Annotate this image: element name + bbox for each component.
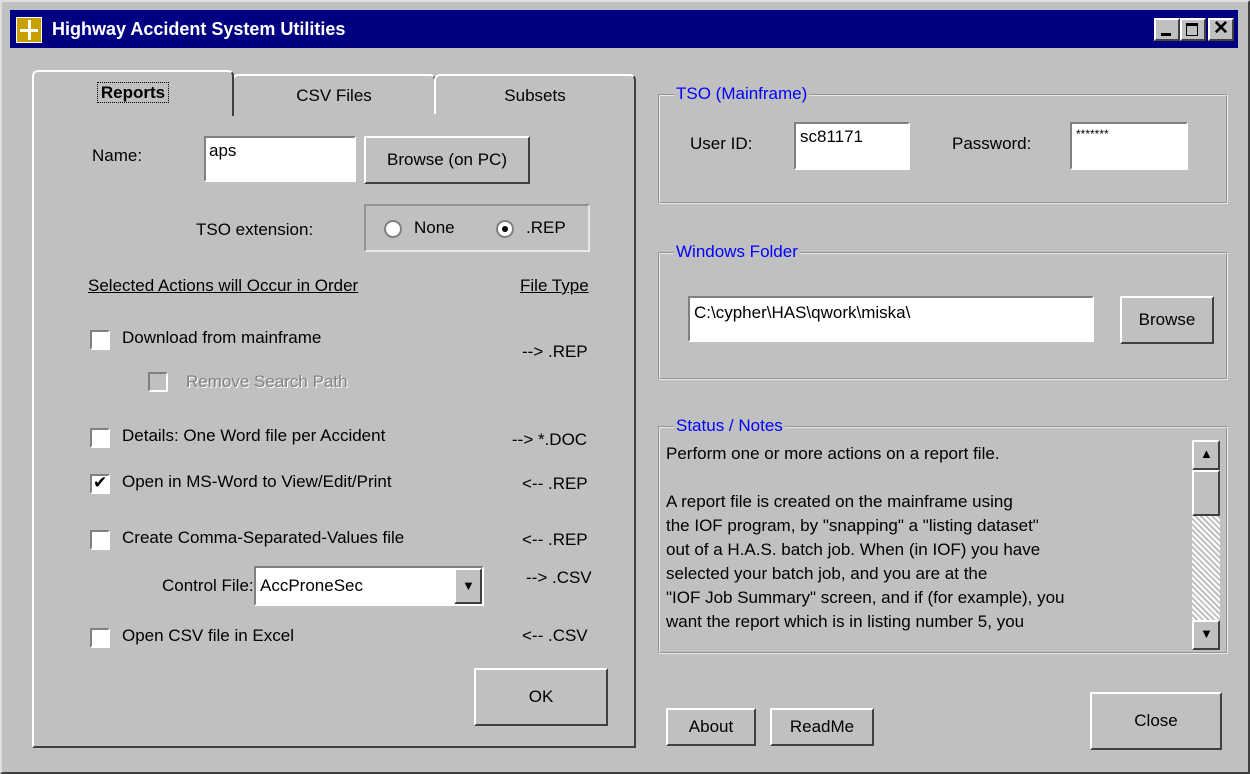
radio-none-label: None [414,218,455,237]
chevron-down-icon: ▼ [462,578,475,593]
download-checkbox[interactable] [90,330,110,350]
download-label: Download from mainframe [122,328,322,347]
status-notes-title: Status / Notes [674,416,785,436]
scroll-up-button[interactable]: ▲ [1192,440,1220,470]
scroll-down-button[interactable]: ▼ [1192,620,1220,650]
details-label: Details: One Word file per Accident [122,426,386,445]
name-label: Name: [92,146,143,165]
about-button[interactable]: About [666,708,756,746]
tab-csv-label: CSV Files [296,86,372,105]
control-file-label: Control File: [162,576,254,595]
windows-folder-title: Windows Folder [674,242,800,262]
notes-line: "IOF Job Summary" screen, and if (for ex… [666,588,1065,607]
control-file-value: AccProneSec [260,576,363,595]
create-csv-filetype: <-- .REP [522,530,588,549]
open-word-checkbox[interactable] [90,473,110,494]
details-checkbox[interactable] [90,428,110,448]
browse-pc-button[interactable]: Browse (on PC) [364,136,530,184]
notes-line: want the report which is in listing numb… [666,612,1025,631]
notes-line: out of a H.A.S. batch job. When (in IOF)… [666,540,1041,559]
create-csv-checkbox[interactable] [90,530,110,550]
name-input[interactable]: aps [204,136,356,182]
folder-path-input[interactable]: C:\cypher\HAS\qwork\miska\ [688,296,1094,342]
userid-value: sc81171 [800,127,864,146]
open-word-label: Open in MS-Word to View/Edit/Print [122,472,392,491]
open-excel-checkbox[interactable] [90,628,110,648]
filetype-header: File Type [520,276,589,295]
tso-extension-label: TSO extension: [196,220,314,239]
close-window-button[interactable]: ✕ [1208,18,1234,41]
title-bar[interactable]: Highway Accident System Utilities ✕ [10,10,1238,48]
tso-group-title: TSO (Mainframe) [674,84,810,104]
notes-line: Perform one or more actions on a report … [666,444,1000,463]
ok-button[interactable]: OK [474,668,608,726]
tab-subsets[interactable]: Subsets [434,74,636,114]
userid-label: User ID: [690,134,753,153]
create-csv-label: Create Comma-Separated-Values file [122,528,405,547]
minimize-button[interactable] [1154,18,1180,41]
maximize-button[interactable] [1180,18,1206,41]
readme-button[interactable]: ReadMe [770,708,874,746]
app-icon [16,17,42,43]
notes-line: the IOF program, by "snapping" a "listin… [666,516,1039,535]
radio-none[interactable] [384,220,402,238]
tab-csv-files[interactable]: CSV Files [232,74,436,114]
name-input-value: aps [209,141,237,160]
actions-header: Selected Actions will Occur in Order [88,276,359,295]
control-file-select[interactable]: AccProneSec ▼ [254,566,484,606]
arrow-down-icon: ▼ [1200,626,1213,641]
tab-subsets-label: Subsets [504,86,566,105]
download-filetype: --> .REP [522,342,588,361]
notes-scrollbar[interactable]: ▲ ▼ [1192,440,1220,650]
open-excel-filetype: <-- .CSV [522,626,588,645]
arrow-up-icon: ▲ [1200,446,1213,461]
remove-search-path-checkbox [148,372,168,392]
tab-reports[interactable]: Reports [32,70,234,116]
userid-input[interactable]: sc81171 [794,122,910,170]
open-excel-label: Open CSV file in Excel [122,626,294,645]
control-file-filetype: --> .CSV [526,568,592,587]
control-file-dropdown-button[interactable]: ▼ [454,568,482,604]
password-label: Password: [952,134,1032,153]
remove-search-path-label: Remove Search Path [186,372,348,391]
password-input[interactable]: ******* [1070,122,1188,170]
details-filetype: --> *.DOC [512,430,588,449]
tab-reports-label: Reports [96,82,170,103]
radio-rep-label: .REP [526,218,566,237]
scroll-thumb[interactable] [1192,470,1220,516]
notes-line: A report file is created on the mainfram… [666,492,1013,511]
close-button[interactable]: Close [1090,692,1222,750]
radio-rep[interactable] [496,220,514,238]
notes-line: selected your batch job, and you are at … [666,564,988,583]
close-icon: ✕ [1213,18,1229,39]
status-notes-text: Perform one or more actions on a report … [662,440,1222,650]
folder-browse-button[interactable]: Browse [1120,296,1214,344]
folder-path-value: C:\cypher\HAS\qwork\miska\ [694,303,911,322]
password-value: ******* [1076,127,1109,141]
open-word-filetype: <-- .REP [522,474,588,493]
window-title: Highway Accident System Utilities [52,19,346,39]
